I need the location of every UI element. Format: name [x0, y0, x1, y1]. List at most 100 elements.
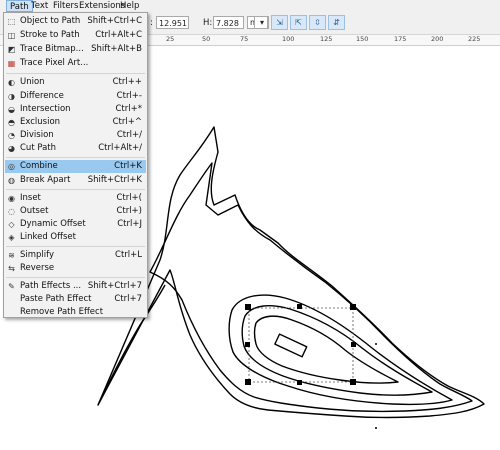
stroke-to-path-icon: ◫ [7, 31, 16, 40]
menu-item-label: Linked Offset [20, 232, 76, 242]
ruler-label: 225 [468, 35, 481, 43]
menu-item-cut-path[interactable]: ◕ Cut Path Ctrl+Alt+/ [5, 142, 146, 155]
menu-item-label: Dynamic Offset [20, 219, 86, 229]
path-menu: ⬚ Object to Path Shift+Ctrl+C ◫ Stroke t… [3, 12, 148, 318]
menu-item-break-apart[interactable]: ◍ Break Apart Shift+Ctrl+K [5, 174, 146, 187]
w-label: : [150, 18, 153, 28]
menu-item-shortcut: Shift+Ctrl+C [87, 16, 142, 26]
menu-item-linked-offset[interactable]: ◈ Linked Offset [5, 231, 146, 244]
menu-item-shortcut: Ctrl+Alt+/ [98, 143, 142, 153]
division-icon: ◔ [8, 131, 15, 140]
menu-item-difference[interactable]: ◑ Difference Ctrl+- [5, 90, 146, 103]
menu-separator [6, 157, 145, 158]
menu-item-label: Paste Path Effect [20, 294, 92, 304]
menu-item-label: Trace Pixel Art... [20, 58, 89, 68]
intersection-icon: ◒ [8, 105, 15, 114]
outset-icon: ◌ [8, 207, 15, 216]
menu-item-label: Path Effects ... [20, 281, 82, 291]
ruler-label: 25 [166, 35, 175, 43]
trace-pixel-art-icon: ▦ [7, 59, 16, 68]
break-apart-icon: ◍ [8, 176, 15, 185]
menu-separator [6, 189, 145, 190]
unit-dropdown-icon[interactable]: ▾ [254, 16, 268, 29]
menu-item-label: Break Apart [20, 175, 71, 185]
menu-item-label: Cut Path [20, 143, 57, 153]
inner-slot [274, 333, 308, 358]
menu-item-shortcut: Ctrl+^ [112, 117, 142, 127]
menu-item-object-to-path[interactable]: ⬚ Object to Path Shift+Ctrl+C [5, 15, 146, 28]
menu-separator [6, 246, 145, 247]
menu-item-outset[interactable]: ◌ Outset Ctrl+) [5, 205, 146, 218]
union-icon: ◐ [8, 78, 15, 87]
menu-item-reverse[interactable]: ⇆ Reverse [5, 262, 146, 275]
menu-item-shortcut: Ctrl+K [114, 161, 142, 171]
menu-item-shortcut: Ctrl+7 [114, 294, 142, 304]
menu-item-shortcut: Ctrl+L [115, 250, 142, 260]
menu-item-shortcut: Ctrl+* [115, 104, 143, 114]
dynamic-offset-icon: ◇ [8, 220, 15, 229]
offset-ring-1 [228, 294, 453, 406]
menu-item-label: Trace Bitmap... [20, 44, 84, 54]
reverse-icon: ⇆ [8, 264, 15, 273]
menu-item-intersection[interactable]: ◒ Intersection Ctrl+* [5, 103, 146, 116]
menu-item-shortcut: Ctrl+J [117, 219, 142, 229]
selection-bbox [248, 307, 354, 383]
h-field[interactable]: 7.828 [213, 16, 244, 29]
difference-icon: ◑ [8, 92, 15, 101]
scale-corners-button[interactable]: ⇱ [290, 15, 307, 30]
menu-item-label: Remove Path Effect [20, 307, 104, 317]
move-patterns-button[interactable]: ⇵ [328, 15, 345, 30]
menu-item-exclusion[interactable]: ◓ Exclusion Ctrl+^ [5, 116, 146, 129]
menu-item-division[interactable]: ◔ Division Ctrl+/ [5, 129, 146, 142]
simplify-icon: ≋ [8, 251, 15, 260]
menu-item-simplify[interactable]: ≋ Simplify Ctrl+L [5, 249, 146, 262]
trace-bitmap-icon: ◩ [7, 45, 16, 54]
ruler-label: 50 [202, 35, 211, 43]
ruler-label: 150 [356, 35, 369, 43]
cut-path-icon: ◕ [8, 144, 15, 153]
menu-item-label: Exclusion [20, 117, 61, 127]
menu-item-label: Stroke to Path [20, 30, 80, 40]
menu-item-label: Intersection [20, 104, 71, 114]
h-label: H: [203, 18, 213, 28]
linked-offset-icon: ◈ [8, 233, 15, 242]
menu-text[interactable]: Text [28, 0, 51, 12]
menu-item-shortcut: Ctrl+Alt+C [95, 30, 142, 40]
w-field[interactable]: 12.951 [156, 16, 189, 29]
menu-help[interactable]: Help [117, 0, 142, 12]
ruler-label: 100 [282, 35, 295, 43]
object-to-path-icon: ⬚ [7, 17, 16, 26]
menu-item-trace-pixel-art[interactable]: ▦ Trace Pixel Art... [5, 57, 146, 70]
menu-item-label: Inset [20, 193, 41, 203]
menu-item-union[interactable]: ◐ Union Ctrl++ [5, 76, 146, 89]
ruler-label: 125 [320, 35, 333, 43]
menu-item-label: Simplify [20, 250, 55, 260]
menu-item-stroke-to-path[interactable]: ◫ Stroke to Path Ctrl+Alt+C [5, 29, 146, 42]
menu-separator [6, 73, 145, 74]
menu-item-dynamic-offset[interactable]: ◇ Dynamic Offset Ctrl+J [5, 218, 146, 231]
menu-item-combine[interactable]: ◎ Combine Ctrl+K [5, 160, 146, 173]
menu-item-path-effects[interactable]: ✎ Path Effects ... Shift+Ctrl+7 [5, 280, 146, 293]
menu-item-paste-path-effect[interactable]: Paste Path Effect Ctrl+7 [5, 293, 146, 306]
menu-item-remove-path-effect[interactable]: Remove Path Effect [5, 306, 146, 319]
menu-item-trace-bitmap[interactable]: ◩ Trace Bitmap... Shift+Alt+B [5, 43, 146, 56]
menu-item-shortcut: Shift+Alt+B [91, 44, 142, 54]
inset-icon: ◉ [8, 194, 15, 203]
path-effects-icon: ✎ [8, 282, 15, 291]
scale-stroke-button[interactable]: ⇲ [271, 15, 288, 30]
menu-item-shortcut: Ctrl+/ [116, 130, 142, 140]
menu-item-label: Object to Path [20, 16, 81, 26]
menu-item-shortcut: Ctrl+( [116, 193, 142, 203]
menu-separator [6, 277, 145, 278]
menu-item-label: Combine [20, 161, 58, 171]
menu-item-inset[interactable]: ◉ Inset Ctrl+( [5, 192, 146, 205]
menu-item-label: Reverse [20, 263, 55, 273]
menu-bar: : Path Text Filters Extensions Help [0, 0, 500, 12]
menu-item-shortcut: Ctrl+- [116, 91, 142, 101]
move-gradients-button[interactable]: ⇳ [309, 15, 326, 30]
menu-item-shortcut: Shift+Ctrl+7 [87, 281, 142, 291]
menu-item-shortcut: Ctrl++ [112, 77, 142, 87]
ruler-label: 75 [240, 35, 249, 43]
menu-item-label: Union [20, 77, 45, 87]
combine-icon: ◎ [8, 162, 15, 171]
